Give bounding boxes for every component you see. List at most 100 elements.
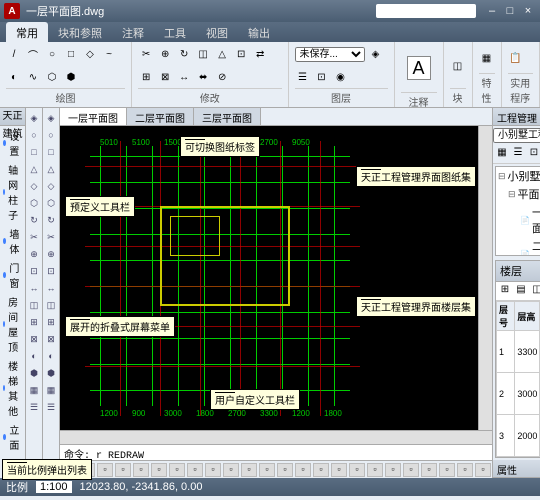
tool-icon[interactable]: ⊡ (527, 147, 540, 161)
ribbon-tool-icon[interactable]: ⊞ (138, 70, 154, 86)
vtool-icon[interactable]: ✂ (43, 229, 59, 245)
ribbon-tool-icon[interactable]: ↻ (176, 46, 192, 62)
vtool-icon[interactable]: ○ (26, 127, 42, 143)
vtool-icon[interactable]: ⬡ (43, 195, 59, 211)
ribbon-tool-icon[interactable]: ◫ (450, 58, 466, 74)
ribbon-tool-icon[interactable]: ◉ (333, 70, 349, 86)
ribbon-tool-icon[interactable]: ✂ (138, 46, 154, 62)
vtool-icon[interactable]: ⊕ (26, 246, 42, 262)
vtool-icon[interactable]: ◐ (26, 348, 42, 364)
ribbon-tool-icon[interactable]: ⊘ (214, 70, 230, 86)
tree-node[interactable]: 小别墅工程 (496, 167, 540, 185)
search-input[interactable] (376, 4, 476, 18)
maximize-button[interactable]: □ (502, 4, 518, 18)
bottom-tool-icon[interactable]: ▫ (241, 463, 257, 477)
tool-icon[interactable]: ⊞ (498, 284, 512, 298)
vtool-icon[interactable]: ✂ (26, 229, 42, 245)
ribbon-tool-icon[interactable]: ↔ (176, 70, 192, 86)
vtool-icon[interactable]: △ (43, 161, 59, 177)
vtool-icon[interactable]: ◐ (43, 348, 59, 364)
vtool-icon[interactable]: □ (43, 144, 59, 160)
app-logo[interactable]: A (4, 3, 20, 19)
vtool-icon[interactable]: ↻ (26, 212, 42, 228)
bottom-tool-icon[interactable]: ▫ (403, 463, 419, 477)
bottom-tool-icon[interactable]: ▫ (367, 463, 383, 477)
bottom-tool-icon[interactable]: ▫ (331, 463, 347, 477)
tool-icon[interactable]: ▦ (495, 147, 509, 161)
vtool-icon[interactable]: ☰ (26, 399, 42, 415)
ribbon-tool-icon[interactable]: ○ (44, 46, 60, 62)
menu-tab[interactable]: 注释 (112, 22, 154, 42)
ribbon-tool-icon[interactable]: □ (63, 46, 79, 62)
menu-tab[interactable]: 常用 (6, 22, 48, 42)
sidebar-item[interactable]: 房间屋顶 (0, 292, 25, 356)
canvas-tab[interactable]: 二层平面图 (127, 108, 194, 125)
menu-tab[interactable]: 输出 (238, 22, 280, 42)
bottom-tool-icon[interactable]: ▫ (295, 463, 311, 477)
bottom-tool-icon[interactable]: ▫ (97, 463, 113, 477)
vtool-icon[interactable]: ⊕ (43, 246, 59, 262)
table-row[interactable]: 32000屋顶平面图 (497, 415, 540, 457)
bottom-tool-icon[interactable]: ▫ (385, 463, 401, 477)
vtool-icon[interactable]: ⊡ (43, 263, 59, 279)
bottom-tool-icon[interactable]: ▫ (223, 463, 239, 477)
tool-icon[interactable]: ▤ (514, 284, 528, 298)
sidebar-item[interactable]: 楼梯其他 (0, 356, 25, 420)
scrollbar-vertical[interactable] (478, 126, 492, 430)
canvas-tab[interactable]: 一层平面图 (60, 108, 127, 125)
tree-node[interactable]: 二层平面图 (496, 237, 540, 256)
menu-tab[interactable]: 视图 (196, 22, 238, 42)
ribbon-tool-icon[interactable]: ⬌ (195, 70, 211, 86)
vtool-icon[interactable]: ◫ (43, 297, 59, 313)
vtool-icon[interactable]: □ (26, 144, 42, 160)
ribbon-tool-icon[interactable]: ☰ (295, 70, 311, 86)
scrollbar-horizontal[interactable] (60, 430, 492, 444)
vtool-icon[interactable]: ▦ (26, 382, 42, 398)
ribbon-tool-icon[interactable]: ▦ (479, 51, 495, 67)
ribbon-tool-icon[interactable]: ⇄ (252, 46, 268, 62)
vtool-icon[interactable]: ↔ (26, 280, 42, 296)
bottom-tool-icon[interactable]: ▫ (439, 463, 455, 477)
bottom-tool-icon[interactable]: ▫ (313, 463, 329, 477)
vtool-icon[interactable]: ⊞ (43, 314, 59, 330)
project-select[interactable]: 小别墅工程 (493, 128, 540, 143)
vtool-icon[interactable]: ⊠ (43, 331, 59, 347)
bottom-tool-icon[interactable]: ▫ (349, 463, 365, 477)
sidebar-item[interactable]: 墙 体 (0, 224, 25, 258)
table-row[interactable]: 23000二层平面图 (497, 373, 540, 415)
ribbon-tool-icon[interactable]: ~ (101, 46, 117, 62)
vtool-icon[interactable]: ◈ (26, 110, 42, 126)
menu-tab[interactable]: 块和参照 (48, 22, 112, 42)
bottom-tool-icon[interactable]: ▫ (421, 463, 437, 477)
vtool-icon[interactable]: △ (26, 161, 42, 177)
bottom-tool-icon[interactable]: ▫ (151, 463, 167, 477)
vtool-icon[interactable]: ◈ (43, 110, 59, 126)
ribbon-big-button[interactable]: A (401, 44, 437, 92)
drawing-canvas[interactable]: 1200900300018002700330012001800501051001… (60, 126, 478, 430)
ribbon-tool-icon[interactable]: / (6, 46, 22, 62)
sidebar-item[interactable]: 轴网柱子 (0, 160, 25, 224)
bottom-tool-icon[interactable]: ▫ (169, 463, 185, 477)
bottom-tool-icon[interactable]: ▫ (475, 463, 491, 477)
sidebar-item[interactable]: 门 窗 (0, 258, 25, 292)
vtool-icon[interactable]: ▦ (43, 382, 59, 398)
ribbon-tool-icon[interactable]: ∿ (25, 70, 41, 86)
canvas-tab[interactable]: 三层平面图 (194, 108, 261, 125)
ribbon-tool-icon[interactable]: ⊕ (157, 46, 173, 62)
bottom-tool-icon[interactable]: ▫ (133, 463, 149, 477)
sidebar-item[interactable]: 立 面 (0, 420, 25, 454)
ribbon-tool-icon[interactable]: ⊡ (314, 70, 330, 86)
vtool-icon[interactable]: ⬢ (26, 365, 42, 381)
vtool-icon[interactable]: ◇ (43, 178, 59, 194)
menu-tab[interactable]: 工具 (154, 22, 196, 42)
ribbon-tool-icon[interactable]: ◐ (6, 70, 22, 86)
ribbon-tool-icon[interactable]: ⊠ (157, 70, 173, 86)
vtool-icon[interactable]: ↻ (43, 212, 59, 228)
bottom-tool-icon[interactable]: ▫ (115, 463, 131, 477)
ribbon-tool-icon[interactable]: ⌒ (25, 46, 41, 62)
vtool-icon[interactable]: ○ (43, 127, 59, 143)
vtool-icon[interactable]: ◇ (26, 178, 42, 194)
layer-combo[interactable]: 未保存... (295, 47, 365, 62)
drawing-tree[interactable]: 小别墅工程平面图一层平面图二层平面图三层平面图屋顶平面图立面图剖面图三维图总图详… (495, 166, 540, 256)
sidebar-item[interactable]: 设 置 (0, 126, 25, 160)
